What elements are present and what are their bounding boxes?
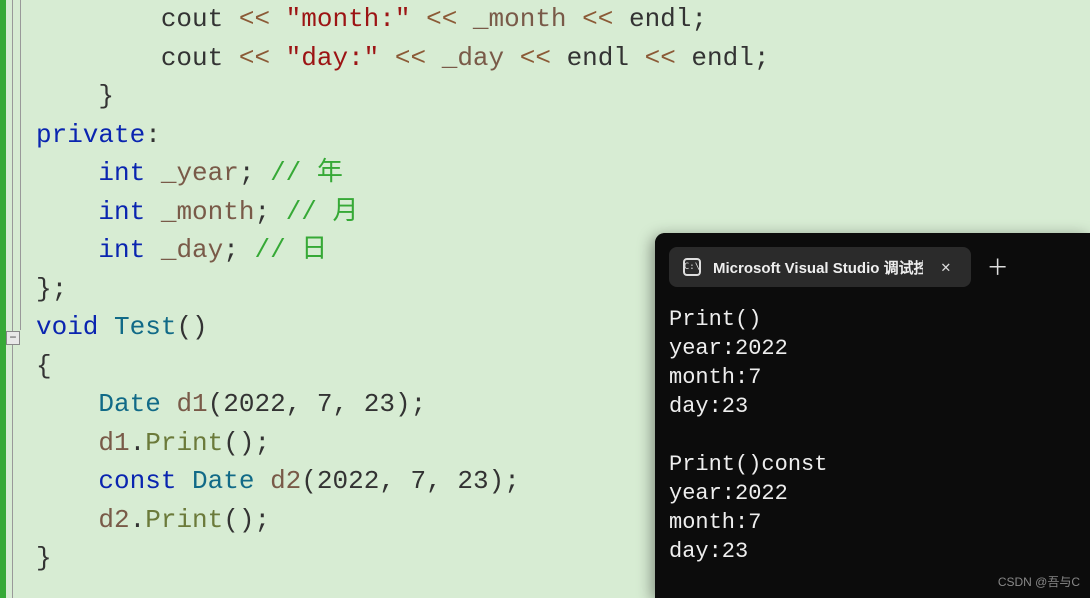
code-token xyxy=(161,389,177,419)
new-tab-button[interactable]: ＋ xyxy=(971,250,1025,282)
code-token: 23 xyxy=(364,389,395,419)
code-token: Date xyxy=(192,466,254,496)
code-token: int xyxy=(98,197,145,227)
code-token: 23 xyxy=(457,466,488,496)
code-token: << xyxy=(629,43,691,73)
code-token: d2 xyxy=(270,466,301,496)
code-token: int xyxy=(98,158,145,188)
code-token: ; xyxy=(223,235,254,265)
code-token xyxy=(145,197,161,227)
code-token: ; xyxy=(239,158,270,188)
code-token: { xyxy=(36,351,52,381)
editor-gutter: − xyxy=(0,0,28,598)
code-token: endl xyxy=(629,4,691,34)
code-token: ; xyxy=(691,4,707,34)
code-token: d2 xyxy=(98,505,129,535)
code-token: "month:" xyxy=(286,4,411,34)
code-token: . xyxy=(130,505,146,535)
code-token: _month xyxy=(473,4,567,34)
code-token: , xyxy=(333,389,364,419)
code-token: // 日 xyxy=(254,235,327,265)
code-token: << xyxy=(223,43,285,73)
code-token: 7 xyxy=(411,466,427,496)
terminal-title: Microsoft Visual Studio 调试控 xyxy=(713,257,923,278)
code-token: cout xyxy=(161,4,223,34)
code-token: private xyxy=(36,120,145,150)
code-token: _day xyxy=(161,235,223,265)
code-token xyxy=(254,466,270,496)
code-token: << xyxy=(411,4,473,34)
code-token: (); xyxy=(223,428,270,458)
code-token: << xyxy=(567,4,629,34)
code-token: } xyxy=(36,543,52,573)
code-token: const xyxy=(98,466,176,496)
code-token: ( xyxy=(301,466,317,496)
code-token: ; xyxy=(254,197,285,227)
code-token: } xyxy=(98,81,114,111)
code-token: ( xyxy=(208,389,224,419)
code-token: _year xyxy=(161,158,239,188)
code-token xyxy=(145,158,161,188)
code-token: endl xyxy=(567,43,629,73)
code-token: int xyxy=(98,235,145,265)
code-line[interactable]: private: xyxy=(36,116,1090,155)
terminal-output: Print() year:2022 month:7 day:23 Print()… xyxy=(655,291,1090,580)
code-token xyxy=(98,312,114,342)
code-line[interactable]: cout << "month:" << _month << endl; xyxy=(36,0,1090,39)
code-token: // 年 xyxy=(270,158,343,188)
gutter-guide-line xyxy=(12,0,13,598)
code-token xyxy=(176,466,192,496)
code-token: , xyxy=(426,466,457,496)
terminal-titlebar: C:\ Microsoft Visual Studio 调试控 ✕ ＋ xyxy=(655,233,1090,291)
code-token: Test xyxy=(114,312,176,342)
code-token: , xyxy=(379,466,410,496)
close-tab-button[interactable]: ✕ xyxy=(935,257,957,277)
terminal-window[interactable]: C:\ Microsoft Visual Studio 调试控 ✕ ＋ Prin… xyxy=(655,233,1090,598)
code-token: "day:" xyxy=(286,43,380,73)
code-token: ); xyxy=(489,466,520,496)
code-token: (); xyxy=(223,505,270,535)
code-token: Print xyxy=(145,428,223,458)
code-token: 2022 xyxy=(317,466,379,496)
code-token: () xyxy=(176,312,207,342)
code-token: 7 xyxy=(317,389,333,419)
code-line[interactable]: int _month; // 月 xyxy=(36,193,1090,232)
code-token: void xyxy=(36,312,98,342)
code-token: << xyxy=(379,43,441,73)
terminal-tab[interactable]: C:\ Microsoft Visual Studio 调试控 ✕ xyxy=(669,247,971,287)
code-token: ); xyxy=(395,389,426,419)
code-token: Date xyxy=(98,389,160,419)
code-line[interactable]: cout << "day:" << _day << endl << endl; xyxy=(36,39,1090,78)
code-token: cout xyxy=(161,43,223,73)
code-line[interactable]: int _year; // 年 xyxy=(36,154,1090,193)
code-token: . xyxy=(130,428,146,458)
code-token: endl xyxy=(691,43,753,73)
code-token: : xyxy=(145,120,161,150)
code-token: // 月 xyxy=(286,197,359,227)
code-token: _month xyxy=(161,197,255,227)
code-token: , xyxy=(286,389,317,419)
code-token: 2022 xyxy=(223,389,285,419)
code-line[interactable]: } xyxy=(36,77,1090,116)
code-token: ; xyxy=(754,43,770,73)
code-token: }; xyxy=(36,274,67,304)
terminal-icon: C:\ xyxy=(683,258,701,276)
fold-toggle-icon[interactable]: − xyxy=(6,331,20,345)
code-token: << xyxy=(223,4,285,34)
code-token xyxy=(145,235,161,265)
code-token: Print xyxy=(145,505,223,535)
watermark-text: CSDN @吾与C xyxy=(998,573,1080,590)
code-token: d1 xyxy=(176,389,207,419)
code-token: << xyxy=(504,43,566,73)
code-token: _day xyxy=(442,43,504,73)
gutter-guide-line xyxy=(20,0,21,330)
code-token: d1 xyxy=(98,428,129,458)
